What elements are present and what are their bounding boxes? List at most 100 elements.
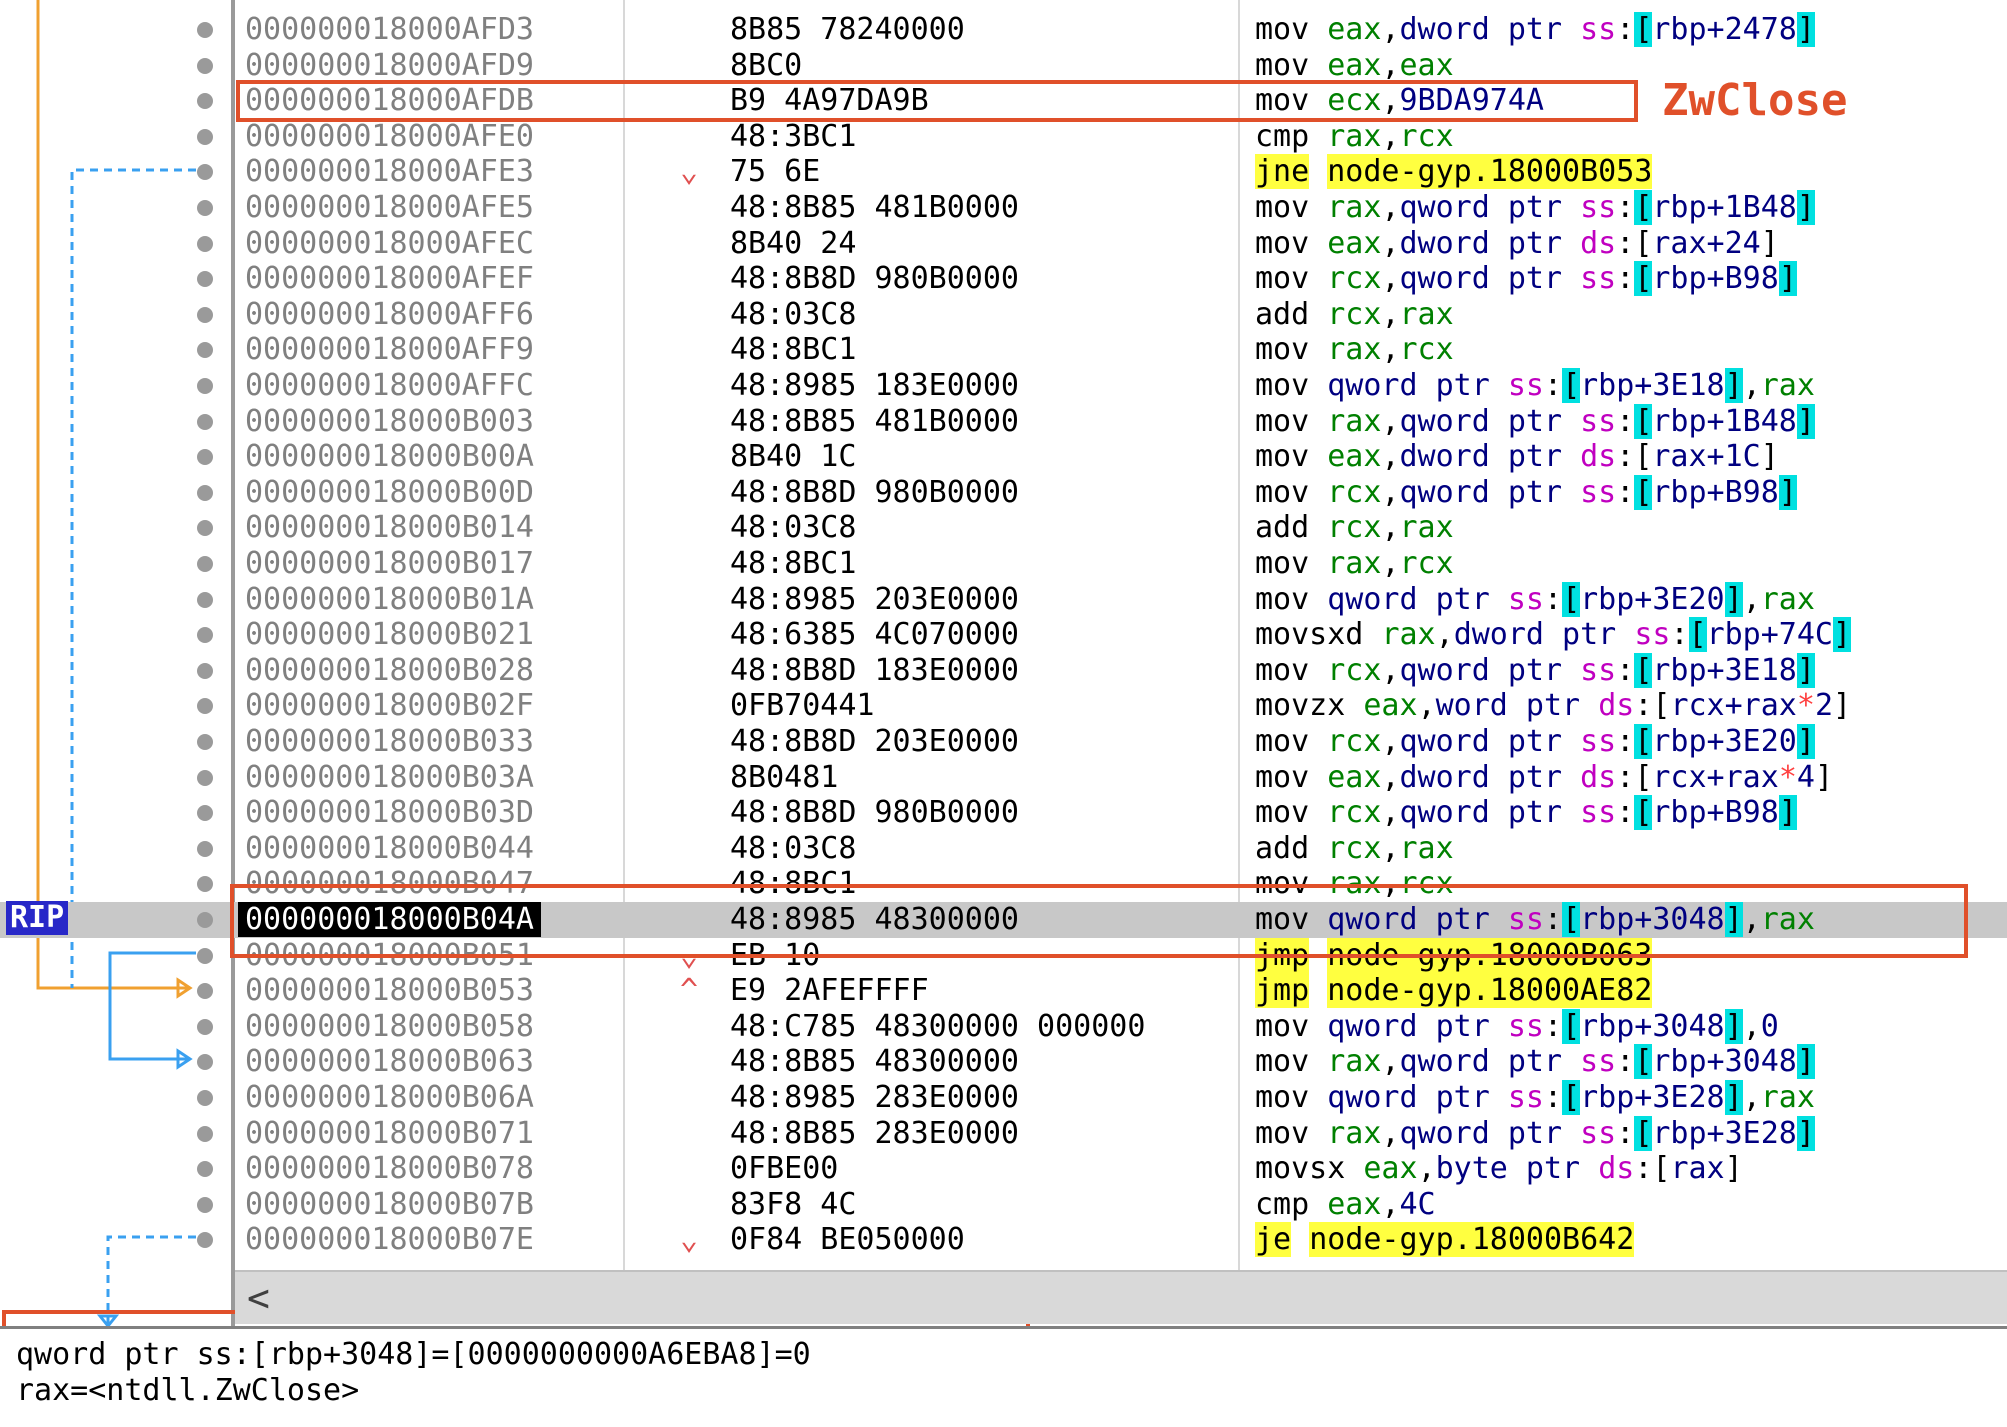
instruction-address: 000000018000B058 — [245, 1008, 534, 1044]
disasm-row[interactable]: 000000018000B02F 0FB70441 movzx eax,word p… — [0, 688, 2007, 724]
breakpoint-dot-icon[interactable] — [197, 413, 213, 430]
breakpoint-dot-icon[interactable] — [197, 378, 213, 394]
instruction-bytes: 48:C785 48300000 000000 — [730, 1008, 1146, 1044]
instruction-token: rbp+3048 — [1580, 1008, 1725, 1044]
disasm-row[interactable]: 000000018000B078 0FBE00 movsx eax,byte ptr… — [0, 1151, 2007, 1187]
breakpoint-dot-icon[interactable] — [197, 840, 213, 857]
disasm-row[interactable]: 000000018000B00D 48:8B8D 980B0000 mov rcx,… — [0, 474, 2007, 511]
instruction-token: movzx — [1255, 688, 1364, 724]
instruction-token: , — [1381, 830, 1400, 866]
disasm-row[interactable]: 000000018000B003 48:8B85 481B0000 mov rax,… — [0, 403, 2007, 440]
breakpoint-dot-icon[interactable] — [197, 912, 213, 928]
disasm-row[interactable]: 000000018000B017 48:8BC1 mov rax,rcx — [0, 546, 2007, 582]
breakpoint-dot-icon[interactable] — [197, 164, 213, 181]
breakpoint-dot-icon[interactable] — [197, 591, 213, 608]
breakpoint-dot-icon[interactable] — [197, 769, 213, 786]
breakpoint-dot-icon[interactable] — [197, 947, 213, 964]
breakpoint-dot-icon[interactable] — [197, 128, 213, 145]
instruction-token: : — [1616, 190, 1635, 225]
disasm-row[interactable]: 000000018000B071 48:8B85 283E0000 mov rax,… — [0, 1115, 2007, 1152]
instruction-address: 000000018000AFEF — [245, 261, 534, 297]
disasm-row[interactable]: 000000018000B00A 8B40 1C mov eax,dword ptr… — [0, 439, 2007, 475]
breakpoint-dot-icon[interactable] — [197, 1161, 213, 1178]
breakpoint-dot-icon[interactable] — [197, 57, 213, 74]
instruction-token: byte ptr — [1435, 1151, 1599, 1187]
disasm-row[interactable]: 000000018000B06A 48:8985 283E0000 mov qwor… — [0, 1080, 2007, 1116]
disasm-row[interactable]: 000000018000AFD3 8B85 78240000 mov eax,dwo… — [0, 12, 2007, 48]
breakpoint-dot-icon[interactable] — [197, 22, 213, 38]
breakpoint-dot-icon[interactable] — [197, 662, 213, 679]
instruction-token: , — [1381, 118, 1400, 154]
instruction-token: rax — [1327, 403, 1382, 439]
disasm-row[interactable]: 000000018000AFEF 48:8B8D 980B0000 mov rcx,… — [0, 261, 2007, 297]
instruction-token: mov — [1255, 652, 1328, 688]
instruction-token: [ — [1562, 1008, 1581, 1044]
instruction-token: qword ptr — [1327, 581, 1508, 617]
disasm-row[interactable]: 000000018000B03D 48:8B8D 980B0000 mov rcx,… — [0, 795, 2007, 831]
instruction-token: qword ptr — [1399, 403, 1581, 439]
disasm-row[interactable]: 000000018000B03A 8B0481 mov eax,dword ptr … — [0, 760, 2007, 796]
breakpoint-dot-icon[interactable] — [197, 342, 213, 359]
instruction-token: , — [1381, 1186, 1400, 1222]
instruction-token: eax — [1327, 1186, 1382, 1222]
instruction-address: 000000018000B028 — [245, 652, 534, 688]
disasm-row[interactable]: 000000018000AFE5 48:8B85 481B0000 mov rax,… — [0, 190, 2007, 226]
instruction-token — [1309, 154, 1327, 189]
breakpoint-dot-icon[interactable] — [197, 734, 213, 750]
breakpoint-dot-icon[interactable] — [197, 876, 213, 893]
disasm-row[interactable]: 000000018000B053 ^ E9 2AFEFFFF jmp node-gyp… — [0, 973, 2007, 1009]
instruction-token: , — [1381, 12, 1400, 47]
breakpoint-dot-icon[interactable] — [197, 93, 213, 110]
breakpoint-dot-icon[interactable] — [197, 1125, 213, 1142]
instruction-token: rax — [1399, 830, 1454, 866]
breakpoint-dot-icon[interactable] — [197, 627, 213, 644]
instruction-bytes: 0F84 BE050000 — [730, 1222, 965, 1258]
disasm-row[interactable]: 000000018000B063 48:8B85 48300000 mov rax,… — [0, 1044, 2007, 1080]
disasm-row[interactable]: 000000018000AFF6 48:03C8 add rcx,rax — [0, 297, 2007, 333]
instruction-token: rax — [1399, 510, 1454, 546]
instruction-token: ] — [1796, 12, 1815, 47]
instruction-token: [ — [1634, 795, 1653, 831]
breakpoint-dot-icon[interactable] — [197, 983, 213, 1000]
instruction-token: ss — [1580, 474, 1617, 510]
disasm-row[interactable]: 000000018000AFFC 48:8985 183E0000 mov qwor… — [0, 368, 2007, 404]
breakpoint-dot-icon[interactable] — [197, 449, 213, 466]
breakpoint-dot-icon[interactable] — [197, 1090, 213, 1106]
breakpoint-dot-icon[interactable] — [197, 520, 213, 537]
instruction-text: mov qword ptr ss:[rbp+3E28],rax — [1255, 1080, 1815, 1116]
breakpoint-dot-icon[interactable] — [197, 484, 213, 501]
disasm-row[interactable]: 000000018000AFE3 ⌄ 75 6E jne node-gyp.18000… — [0, 154, 2007, 190]
disasm-row[interactable]: 000000018000B021 48:6385 4C070000 movsxd r… — [0, 617, 2007, 653]
disasm-row[interactable]: 000000018000B07E ⌄ 0F84 BE050000 je node-gy… — [0, 1222, 2007, 1258]
breakpoint-dot-icon[interactable] — [197, 698, 213, 715]
disasm-row[interactable]: 000000018000B058 48:C785 48300000 000000 m… — [0, 1008, 2007, 1045]
instruction-bytes: 8B0481 — [730, 759, 839, 795]
disasm-row[interactable]: 000000018000AFEC 8B40 24 mov eax,dword ptr… — [0, 226, 2007, 262]
instruction-token: , — [1381, 510, 1400, 546]
disasm-row[interactable]: 000000018000B07B 83F8 4C cmp eax,4C — [0, 1187, 2007, 1223]
instruction-text: movsx eax,byte ptr ds:[rax] — [1255, 1151, 1743, 1187]
instruction-token: : — [1616, 652, 1635, 688]
disasm-row[interactable]: 000000018000AFF9 48:8BC1 mov rax,rcx — [0, 332, 2007, 368]
disasm-row[interactable]: 000000018000B033 48:8B8D 203E0000 mov rcx,… — [0, 724, 2007, 760]
breakpoint-dot-icon[interactable] — [197, 805, 213, 822]
breakpoint-dot-icon[interactable] — [197, 1232, 213, 1249]
breakpoint-dot-icon[interactable] — [197, 1018, 213, 1035]
breakpoint-dot-icon[interactable] — [197, 235, 213, 252]
breakpoint-dot-icon[interactable] — [197, 306, 213, 323]
instruction-token: rbp+2478 — [1652, 12, 1797, 47]
horizontal-scrollbar[interactable]: < — [235, 1270, 2007, 1324]
disasm-row[interactable]: 000000018000B044 48:03C8 add rcx,rax — [0, 831, 2007, 867]
disasm-row[interactable]: 000000018000B01A 48:8985 203E0000 mov qwor… — [0, 581, 2007, 618]
breakpoint-dot-icon[interactable] — [197, 1054, 213, 1071]
annotation-box-zwclose-hash — [236, 80, 1638, 122]
instruction-token: : — [1616, 12, 1635, 47]
breakpoint-dot-icon[interactable] — [197, 556, 213, 572]
disasm-row[interactable]: 000000018000B014 48:03C8 add rcx,rax — [0, 510, 2007, 546]
breakpoint-dot-icon[interactable] — [197, 200, 213, 216]
breakpoint-dot-icon[interactable] — [197, 1196, 213, 1213]
scroll-left-icon[interactable]: < — [247, 1278, 270, 1318]
disasm-row[interactable]: 000000018000B028 48:8B8D 183E0000 mov rcx,… — [0, 652, 2007, 689]
breakpoint-dot-icon[interactable] — [197, 271, 213, 288]
instruction-token: , — [1381, 724, 1400, 759]
